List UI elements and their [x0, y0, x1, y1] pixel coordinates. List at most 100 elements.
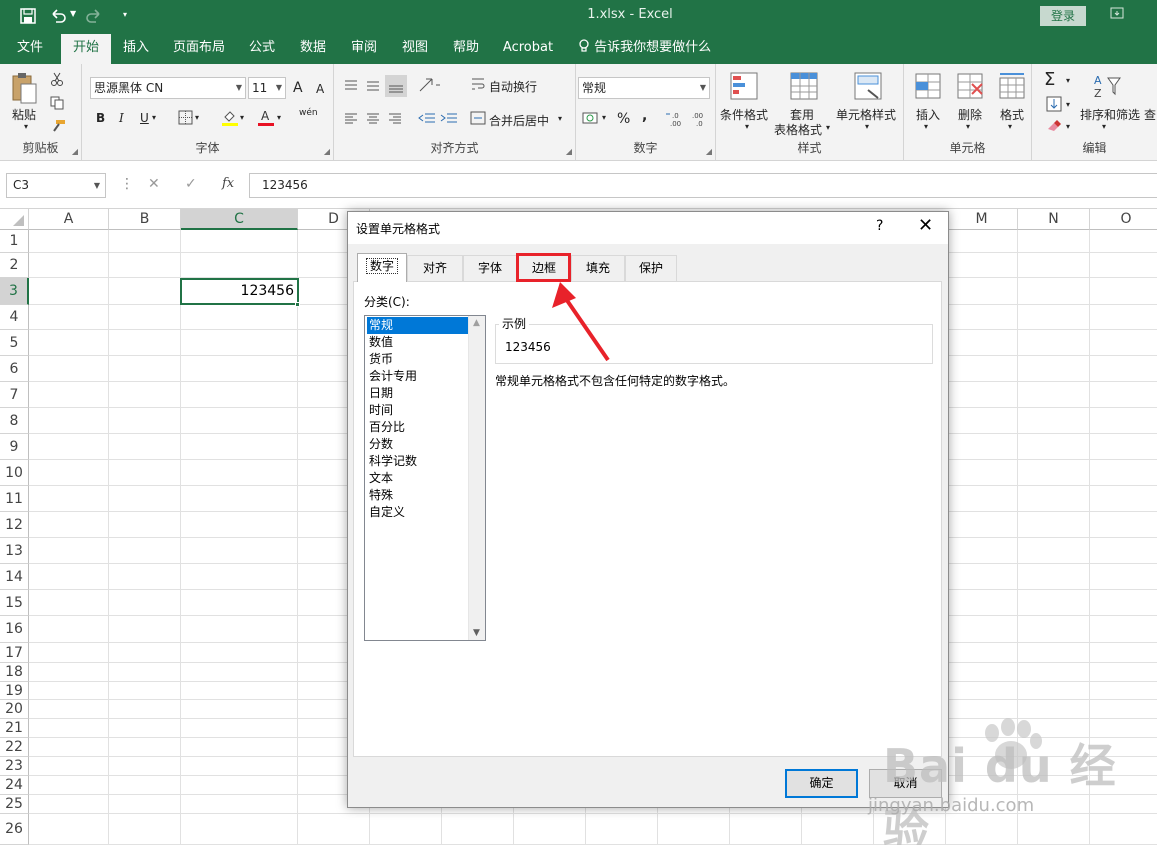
accounting-format-icon[interactable]: [582, 110, 604, 129]
category-item-fraction[interactable]: 分数: [367, 436, 468, 453]
row-header-14[interactable]: 14: [0, 564, 29, 590]
format-cells-icon[interactable]: [998, 72, 1026, 100]
category-item-time[interactable]: 时间: [367, 402, 468, 419]
decrease-decimal-icon[interactable]: .00.0: [690, 110, 710, 131]
cond-dropdown-icon[interactable]: ▾: [745, 122, 749, 131]
insert-dropdown-icon[interactable]: ▾: [924, 122, 928, 131]
ok-button[interactable]: 确定: [785, 769, 858, 798]
border-icon[interactable]: [178, 110, 193, 128]
merge-icon[interactable]: [470, 110, 486, 129]
wrap-text-button[interactable]: 自动换行: [489, 78, 537, 95]
delete-dropdown-icon[interactable]: ▾: [966, 122, 970, 131]
delete-button[interactable]: 删除: [958, 106, 982, 123]
merge-dropdown-icon[interactable]: ▾: [558, 114, 562, 123]
ribbon-display-icon[interactable]: [1110, 7, 1124, 23]
fill-handle[interactable]: [295, 302, 300, 307]
category-item-general[interactable]: 常规: [367, 317, 468, 334]
sum-dropdown-icon[interactable]: ▾: [1066, 76, 1070, 85]
category-item-currency[interactable]: 货币: [367, 351, 468, 368]
sort-filter-button[interactable]: 排序和筛选: [1080, 106, 1140, 123]
border-dropdown-icon[interactable]: ▾: [195, 113, 199, 122]
bold-button[interactable]: B: [96, 111, 105, 125]
row-header-23[interactable]: 23: [0, 757, 29, 776]
column-header-m[interactable]: M: [946, 209, 1018, 230]
row-header-17[interactable]: 17: [0, 643, 29, 663]
format-as-table-label-2[interactable]: 表格格式: [774, 121, 822, 138]
category-item-percentage[interactable]: 百分比: [367, 419, 468, 436]
tab-file[interactable]: 文件: [8, 34, 52, 64]
italic-button[interactable]: I: [119, 111, 124, 125]
font-name-combo[interactable]: 思源黑体 CN ▼: [90, 77, 246, 99]
row-header-4[interactable]: 4: [0, 305, 29, 330]
cell-c3[interactable]: 123456: [180, 278, 299, 305]
redo-icon[interactable]: [86, 8, 102, 28]
select-all-corner[interactable]: [0, 209, 29, 230]
fill-dropdown-icon[interactable]: ▾: [1066, 100, 1070, 109]
row-header-12[interactable]: 12: [0, 512, 29, 538]
font-size-combo[interactable]: 11 ▼: [248, 77, 286, 99]
underline-dropdown-icon[interactable]: ▾: [152, 113, 156, 122]
row-header-21[interactable]: 21: [0, 719, 29, 738]
fill-dropdown-icon[interactable]: ▾: [240, 113, 244, 122]
table-dropdown-icon[interactable]: ▾: [826, 123, 830, 132]
merge-center-button[interactable]: 合并后居中: [489, 112, 549, 129]
comma-button[interactable]: ,: [642, 108, 647, 124]
category-item-date[interactable]: 日期: [367, 385, 468, 402]
paste-icon[interactable]: [10, 72, 38, 104]
category-item-accounting[interactable]: 会计专用: [367, 368, 468, 385]
row-header-18[interactable]: 18: [0, 663, 29, 682]
fill-icon[interactable]: [1046, 96, 1062, 115]
font-color-dropdown-icon[interactable]: ▾: [277, 113, 281, 122]
insert-cells-icon[interactable]: [914, 72, 942, 100]
row-header-19[interactable]: 19: [0, 682, 29, 700]
tab-alignment[interactable]: 对齐: [407, 255, 463, 281]
row-header-20[interactable]: 20: [0, 700, 29, 719]
column-header-n[interactable]: N: [1018, 209, 1090, 230]
column-header-b[interactable]: B: [109, 209, 181, 230]
underline-button[interactable]: U: [140, 111, 149, 125]
conditional-format-button[interactable]: 条件格式: [720, 106, 768, 123]
clear-icon[interactable]: [1046, 119, 1062, 134]
copy-icon[interactable]: [50, 96, 64, 113]
accounting-dropdown-icon[interactable]: ▾: [602, 113, 606, 122]
row-header-1[interactable]: 1: [0, 230, 29, 253]
align-top-icon[interactable]: [343, 78, 359, 95]
category-item-text[interactable]: 文本: [367, 470, 468, 487]
cancel-icon[interactable]: ✕: [148, 176, 160, 192]
help-button[interactable]: ?: [876, 218, 883, 234]
row-header-7[interactable]: 7: [0, 382, 29, 408]
tab-protection[interactable]: 保护: [625, 255, 677, 281]
close-icon[interactable]: ✕: [918, 215, 933, 236]
align-right-icon[interactable]: [387, 111, 403, 128]
align-center-icon[interactable]: [365, 111, 381, 128]
row-header-26[interactable]: 26: [0, 814, 29, 845]
insert-button[interactable]: 插入: [916, 106, 940, 123]
scroll-down-icon[interactable]: ▼: [473, 628, 480, 638]
row-header-11[interactable]: 11: [0, 486, 29, 512]
undo-icon[interactable]: [50, 8, 66, 28]
insert-function-button[interactable]: fx: [222, 176, 234, 191]
decrease-indent-icon[interactable]: [418, 111, 436, 128]
tab-data[interactable]: 数据: [291, 34, 335, 64]
category-item-number[interactable]: 数值: [367, 334, 468, 351]
paste-button[interactable]: 粘贴: [12, 106, 36, 123]
cell-styles-dropdown-icon[interactable]: ▾: [865, 122, 869, 131]
row-header-2[interactable]: 2: [0, 253, 29, 278]
format-as-table-icon[interactable]: [790, 72, 818, 100]
sort-icon[interactable]: AZ: [1092, 72, 1121, 100]
tab-help[interactable]: 帮助: [444, 34, 488, 64]
tab-insert[interactable]: 插入: [114, 34, 158, 64]
enter-icon[interactable]: ✓: [185, 176, 197, 192]
category-item-scientific[interactable]: 科学记数: [367, 453, 468, 470]
decrease-font-button[interactable]: A: [316, 82, 324, 96]
increase-decimal-icon[interactable]: .0.00: [666, 110, 686, 131]
phonetic-button[interactable]: wén: [299, 108, 318, 118]
row-header-15[interactable]: 15: [0, 590, 29, 616]
font-color-icon[interactable]: A: [258, 109, 274, 129]
align-bottom-icon[interactable]: [385, 75, 407, 97]
row-header-22[interactable]: 22: [0, 738, 29, 757]
delete-cells-icon[interactable]: [956, 72, 984, 100]
tab-formulas[interactable]: 公式: [240, 34, 284, 64]
column-header-o[interactable]: O: [1090, 209, 1157, 230]
format-painter-icon[interactable]: [50, 119, 66, 136]
